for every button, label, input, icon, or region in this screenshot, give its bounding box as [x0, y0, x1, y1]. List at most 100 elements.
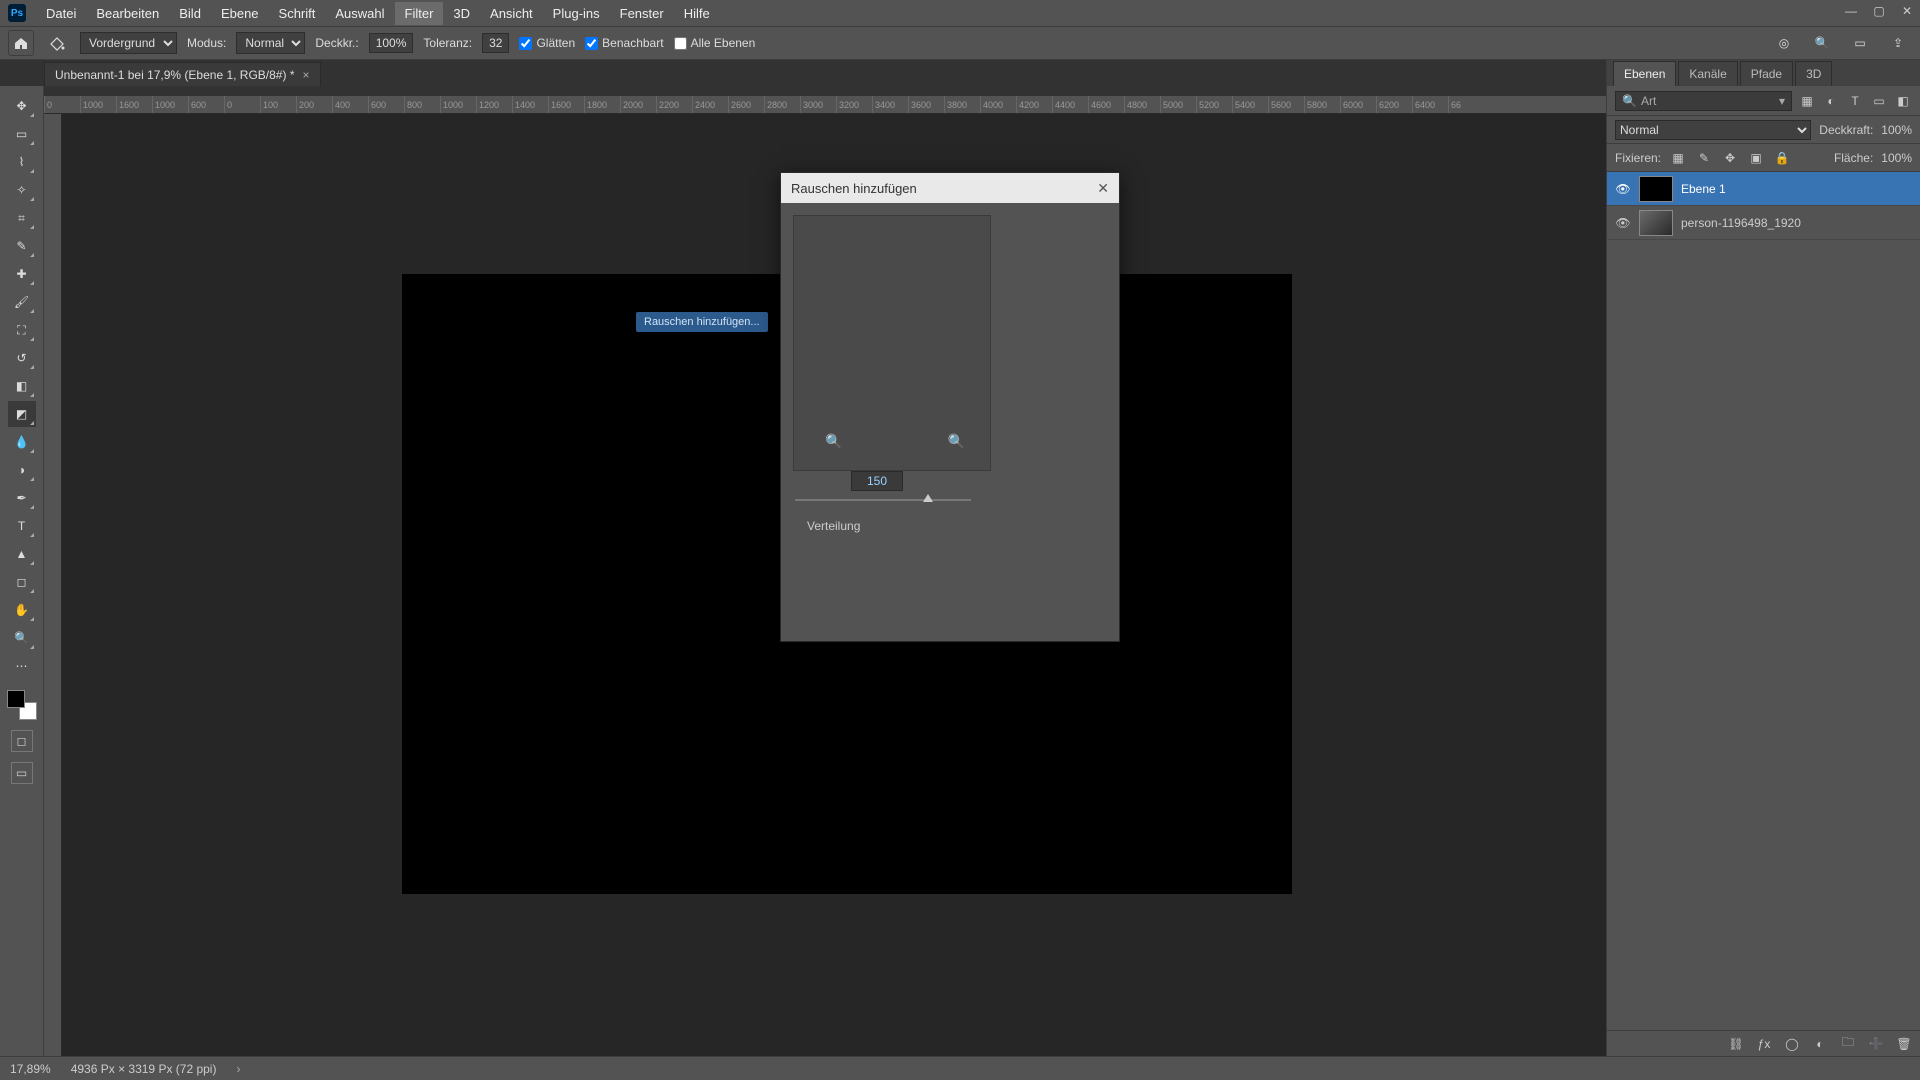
- eyedropper-tool-icon[interactable]: ✎: [8, 233, 36, 259]
- paint-bucket-icon[interactable]: [44, 30, 70, 56]
- foreground-swatch[interactable]: [7, 690, 25, 708]
- move-tool-icon[interactable]: ✥: [8, 93, 36, 119]
- status-docinfo[interactable]: 4936 Px × 3319 Px (72 ppi): [71, 1062, 217, 1076]
- dialog-close-icon[interactable]: ✕: [1097, 180, 1109, 197]
- menu-ansicht[interactable]: Ansicht: [480, 2, 543, 25]
- window-maximize-icon[interactable]: ▢: [1872, 4, 1886, 18]
- layer-row[interactable]: 👁 Ebene 1: [1607, 172, 1920, 206]
- screen-mode-icon[interactable]: ▭: [11, 762, 33, 784]
- marquee-tool-icon[interactable]: ▭: [8, 121, 36, 147]
- zoom-in-icon[interactable]: 🔍: [948, 433, 965, 450]
- fill-source-select[interactable]: Vordergrund: [80, 32, 177, 54]
- all-layers-checkbox[interactable]: Alle Ebenen: [674, 36, 756, 50]
- menu-auswahl[interactable]: Auswahl: [325, 2, 394, 25]
- window-minimize-icon[interactable]: —: [1844, 4, 1858, 18]
- shape-tool-icon[interactable]: ◻: [8, 569, 36, 595]
- layer-thumb[interactable]: [1639, 176, 1673, 202]
- dialog-titlebar[interactable]: Rauschen hinzufügen ✕: [781, 173, 1119, 203]
- type-tool-icon[interactable]: T: [8, 513, 36, 539]
- group-icon[interactable]: 🗀: [1840, 1033, 1856, 1054]
- share-icon[interactable]: ⇪: [1888, 33, 1908, 53]
- tolerance-field[interactable]: 32: [482, 33, 509, 53]
- delete-layer-icon[interactable]: 🗑: [1896, 1037, 1912, 1051]
- menu-bild[interactable]: Bild: [169, 2, 211, 25]
- link-layers-icon[interactable]: ⛓: [1728, 1037, 1744, 1051]
- amount-slider[interactable]: [795, 499, 971, 501]
- document-tab[interactable]: Unbenannt-1 bei 17,9% (Ebene 1, RGB/8#) …: [44, 62, 321, 86]
- lock-position-icon[interactable]: ✎: [1695, 149, 1713, 167]
- menu-fenster[interactable]: Fenster: [610, 2, 674, 25]
- eraser-tool-icon[interactable]: ◧: [8, 373, 36, 399]
- filter-shape-icon[interactable]: ▭: [1870, 92, 1888, 110]
- hand-tool-icon[interactable]: ✋: [8, 597, 36, 623]
- clone-stamp-tool-icon[interactable]: ⛶: [8, 317, 36, 343]
- layer-mask-icon[interactable]: ◯: [1784, 1037, 1800, 1051]
- lock-all-icon[interactable]: 🔒: [1773, 149, 1791, 167]
- layer-blend-select[interactable]: Normal: [1615, 120, 1811, 140]
- gradient-tool-icon[interactable]: ◩: [8, 401, 36, 427]
- visibility-icon[interactable]: 👁: [1615, 216, 1631, 230]
- lock-artboard-icon[interactable]: ▣: [1747, 149, 1765, 167]
- opacity-field[interactable]: 100%: [369, 33, 414, 53]
- blend-mode-select[interactable]: Normal: [236, 32, 305, 54]
- search-icon[interactable]: 🔍: [1812, 33, 1832, 53]
- dodge-tool-icon[interactable]: ◑: [8, 457, 36, 483]
- edit-toolbar-icon[interactable]: ⋯: [8, 653, 36, 679]
- zoom-tool-icon[interactable]: 🔍: [8, 625, 36, 651]
- menu-schrift[interactable]: Schrift: [269, 2, 326, 25]
- quick-mask-icon[interactable]: ◻: [11, 730, 33, 752]
- all-layers-input[interactable]: [674, 37, 687, 50]
- filter-adjust-icon[interactable]: ◐: [1822, 92, 1840, 110]
- path-select-tool-icon[interactable]: ▲: [8, 541, 36, 567]
- contiguous-input[interactable]: [585, 37, 598, 50]
- history-brush-tool-icon[interactable]: ↺: [8, 345, 36, 371]
- tab-ebenen[interactable]: Ebenen: [1613, 61, 1676, 86]
- status-zoom[interactable]: 17,89%: [10, 1062, 51, 1076]
- antialias-input[interactable]: [519, 37, 532, 50]
- select-subject-icon[interactable]: ◎: [1774, 33, 1794, 53]
- crop-tool-icon[interactable]: ⌗: [8, 205, 36, 231]
- magic-wand-tool-icon[interactable]: ✧: [8, 177, 36, 203]
- fill-value[interactable]: 100%: [1881, 151, 1912, 165]
- slider-thumb-icon[interactable]: [923, 494, 933, 502]
- document-tab-close-icon[interactable]: ×: [302, 68, 309, 82]
- filter-type-icon[interactable]: T: [1846, 92, 1864, 110]
- tab-pfade[interactable]: Pfade: [1740, 61, 1793, 86]
- lasso-tool-icon[interactable]: ⌇: [8, 149, 36, 175]
- filter-image-icon[interactable]: ▦: [1798, 92, 1816, 110]
- status-chevron-icon[interactable]: ›: [236, 1062, 240, 1076]
- layer-opacity-value[interactable]: 100%: [1881, 123, 1912, 137]
- menu-hilfe[interactable]: Hilfe: [674, 2, 720, 25]
- pen-tool-icon[interactable]: ✒: [8, 485, 36, 511]
- layer-name[interactable]: person-1196498_1920: [1681, 216, 1801, 230]
- layer-filter-select[interactable]: 🔍Art▾: [1615, 91, 1792, 111]
- menu-datei[interactable]: Datei: [36, 2, 86, 25]
- filter-smart-icon[interactable]: ◧: [1894, 92, 1912, 110]
- color-swatches[interactable]: [7, 690, 37, 720]
- menu-filter[interactable]: Filter: [395, 2, 444, 25]
- tab-kanaele[interactable]: Kanäle: [1678, 61, 1737, 86]
- workspace-icon[interactable]: ▭: [1850, 33, 1870, 53]
- amount-field[interactable]: 150: [851, 471, 903, 491]
- menu-plugins[interactable]: Plug-ins: [543, 2, 610, 25]
- blur-tool-icon[interactable]: 💧: [8, 429, 36, 455]
- healing-tool-icon[interactable]: ✚: [8, 261, 36, 287]
- layer-thumb[interactable]: [1639, 210, 1673, 236]
- contiguous-checkbox[interactable]: Benachbart: [585, 36, 663, 50]
- layer-row[interactable]: 👁 person-1196498_1920: [1607, 206, 1920, 240]
- menu-bearbeiten[interactable]: Bearbeiten: [86, 2, 169, 25]
- menu-ebene[interactable]: Ebene: [211, 2, 269, 25]
- layer-name[interactable]: Ebene 1: [1681, 182, 1726, 196]
- window-close-icon[interactable]: ✕: [1900, 4, 1914, 18]
- visibility-icon[interactable]: 👁: [1615, 182, 1631, 196]
- home-icon[interactable]: [8, 30, 34, 56]
- new-layer-icon[interactable]: ➕: [1868, 1037, 1884, 1051]
- zoom-out-icon[interactable]: 🔍: [825, 433, 842, 450]
- antialias-checkbox[interactable]: Glätten: [519, 36, 575, 50]
- adjustment-layer-icon[interactable]: ◐: [1812, 1037, 1828, 1051]
- menu-3d[interactable]: 3D: [443, 2, 480, 25]
- layer-fx-icon[interactable]: ƒx: [1756, 1037, 1772, 1051]
- lock-pixels-icon[interactable]: ▦: [1669, 149, 1687, 167]
- lock-move-icon[interactable]: ✥: [1721, 149, 1739, 167]
- brush-tool-icon[interactable]: 🖌: [8, 289, 36, 315]
